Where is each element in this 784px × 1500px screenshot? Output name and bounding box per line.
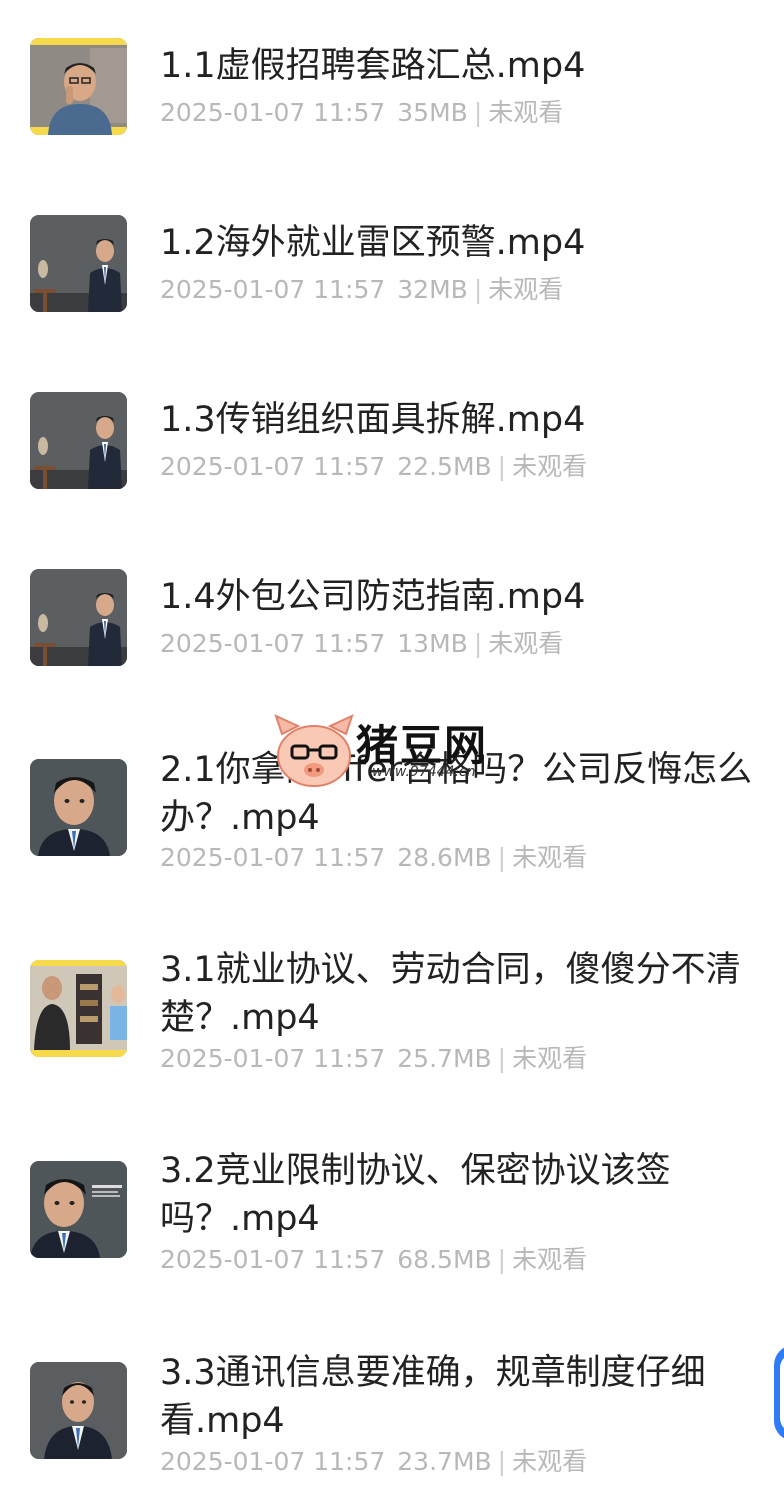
- man-in-suit-studio-thumbnail: [30, 392, 127, 489]
- meta-divider: |: [497, 452, 507, 481]
- file-title: 3.1就业协议、劳动合同，傻傻分不清楚？.mp4: [160, 950, 741, 1038]
- watch-status: 未观看: [512, 1044, 588, 1073]
- file-size: 32MB: [397, 275, 468, 304]
- meta-divider: |: [473, 629, 483, 658]
- file-title: 3.2竞业限制协议、保密协议该签吗？.mp4: [160, 1151, 671, 1239]
- file-date: 2025-01-07 11:57: [160, 98, 386, 127]
- file-meta: 2025-01-07 11:57 13MB | 未观看: [160, 628, 563, 660]
- video-file-list: 1.1虚假招聘套路汇总.mp4 2025-01-07 11:57 35MB | 未观看…: [0, 0, 784, 1500]
- meta-divider: |: [473, 275, 483, 304]
- file-title: 3.3通讯信息要准确，规章制度仔细看.mp4: [160, 1353, 706, 1441]
- watch-status: 未观看: [488, 275, 564, 304]
- man-in-suit-studio-thumbnail: [30, 215, 127, 312]
- file-size: 28.6MB: [397, 843, 492, 872]
- meta-divider: |: [497, 1245, 507, 1274]
- watch-status: 未观看: [488, 98, 564, 127]
- floating-edge-button[interactable]: [774, 1345, 784, 1441]
- watch-status: 未观看: [512, 1447, 588, 1476]
- video-thumbnail[interactable]: [30, 960, 127, 1057]
- file-title: 2.1你拿的offer合格吗？公司反悔怎么办？.mp4: [160, 750, 753, 838]
- man-closeup-thumbnail: [30, 1161, 127, 1258]
- meta-divider: |: [497, 1044, 507, 1073]
- file-title: 1.3传销组织面具拆解.mp4: [160, 400, 586, 440]
- file-meta: 2025-01-07 11:57 23.7MB | 未观看: [160, 1446, 587, 1478]
- file-title: 1.4外包公司防范指南.mp4: [160, 577, 586, 617]
- man-on-phone-thumbnail: [30, 38, 127, 135]
- video-thumbnail[interactable]: [30, 392, 127, 489]
- meta-divider: |: [473, 98, 483, 127]
- file-size: 35MB: [397, 98, 468, 127]
- watch-status: 未观看: [512, 452, 588, 481]
- file-meta: 2025-01-07 11:57 68.5MB | 未观看: [160, 1244, 587, 1276]
- file-meta: 2025-01-07 11:57 25.7MB | 未观看: [160, 1043, 587, 1075]
- file-meta: 2025-01-07 11:57 32MB | 未观看: [160, 274, 563, 306]
- file-date: 2025-01-07 11:57: [160, 1245, 386, 1274]
- file-date: 2025-01-07 11:57: [160, 1044, 386, 1073]
- man-in-suit-studio-thumbnail: [30, 569, 127, 666]
- file-size: 68.5MB: [397, 1245, 492, 1274]
- file-date: 2025-01-07 11:57: [160, 275, 386, 304]
- file-meta: 2025-01-07 11:57 28.6MB | 未观看: [160, 842, 587, 874]
- man-closeup-thumbnail: [30, 759, 127, 856]
- file-title: 1.1虚假招聘套路汇总.mp4: [160, 46, 586, 86]
- video-thumbnail[interactable]: [30, 1362, 127, 1459]
- file-meta: 2025-01-07 11:57 35MB | 未观看: [160, 97, 563, 129]
- video-thumbnail[interactable]: [30, 569, 127, 666]
- file-size: 23.7MB: [397, 1447, 492, 1476]
- file-size: 22.5MB: [397, 452, 492, 481]
- video-thumbnail[interactable]: [30, 1161, 127, 1258]
- watch-status: 未观看: [488, 629, 564, 658]
- floating-edge-button-inner: [780, 1353, 784, 1433]
- file-size: 13MB: [397, 629, 468, 658]
- file-date: 2025-01-07 11:57: [160, 452, 386, 481]
- file-date: 2025-01-07 11:57: [160, 1447, 386, 1476]
- meta-divider: |: [497, 1447, 507, 1476]
- watch-status: 未观看: [512, 1245, 588, 1274]
- man-closeup-thumbnail: [30, 1362, 127, 1459]
- video-thumbnail[interactable]: [30, 38, 127, 135]
- file-meta: 2025-01-07 11:57 22.5MB | 未观看: [160, 451, 587, 483]
- meta-divider: |: [497, 843, 507, 872]
- video-thumbnail[interactable]: [30, 759, 127, 856]
- video-thumbnail[interactable]: [30, 215, 127, 312]
- two-people-room-thumbnail: [30, 960, 127, 1057]
- file-date: 2025-01-07 11:57: [160, 843, 386, 872]
- watch-status: 未观看: [512, 843, 588, 872]
- file-title: 1.2海外就业雷区预警.mp4: [160, 223, 586, 263]
- file-size: 25.7MB: [397, 1044, 492, 1073]
- file-date: 2025-01-07 11:57: [160, 629, 386, 658]
